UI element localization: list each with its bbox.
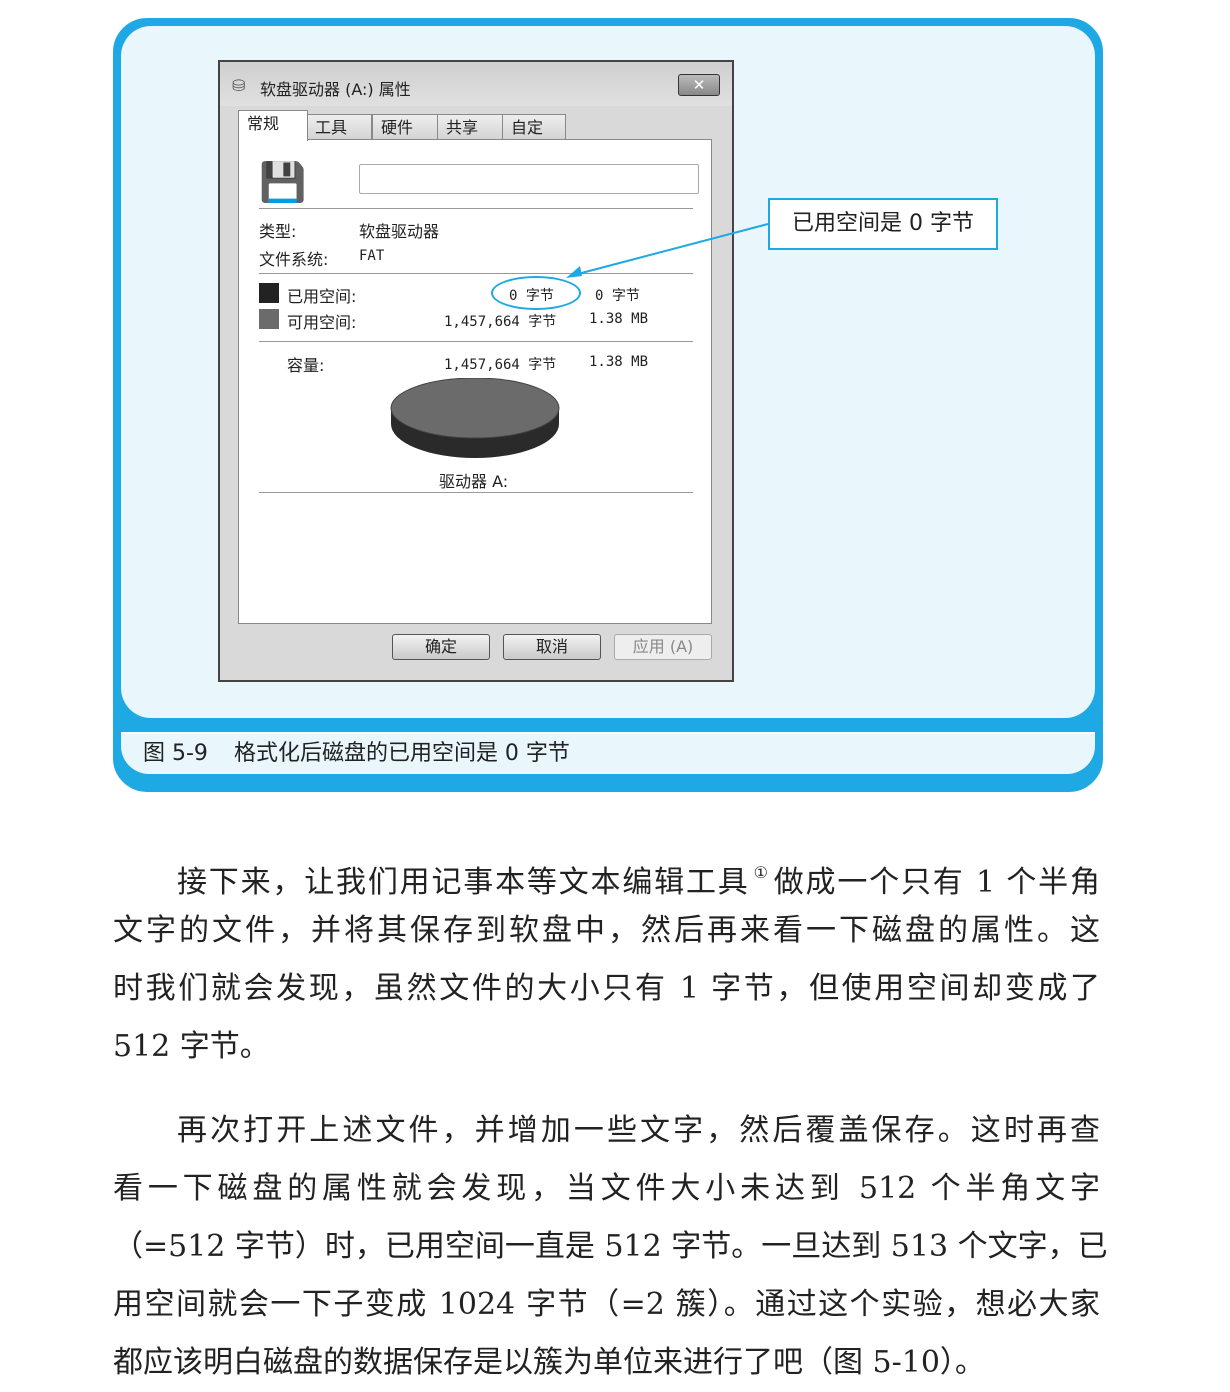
caption-number: 图 5-9 xyxy=(143,741,208,766)
text-line: 用空间就会一下子变成 1024 字节（=2 簇）。通过这个实验，想必大家 xyxy=(113,1287,1100,1322)
close-button[interactable]: ✕ xyxy=(678,74,720,96)
dialog-title: 软盘驱动器 (A:) 属性 xyxy=(260,80,411,99)
free-label: 可用空间: xyxy=(287,313,357,332)
text-line: 时我们就会发现，虽然文件的大小只有 1 字节，但使用空间却变成了 xyxy=(113,971,1100,1006)
divider xyxy=(259,208,693,209)
callout-arrow xyxy=(566,223,769,278)
used-label: 已用空间: xyxy=(287,287,357,306)
text-line: 再次打开上述文件，并增加一些文字，然后覆盖保存。这时再查 xyxy=(177,1113,1100,1148)
capacity-label: 容量: xyxy=(287,356,325,375)
ok-button[interactable]: 确定 xyxy=(392,634,490,660)
floppy-drive-icon: 💾 xyxy=(259,160,307,204)
tab-customize[interactable]: 自定义 xyxy=(502,114,566,163)
text-line: 512 字节。 xyxy=(113,1029,270,1064)
text-line: 看一下磁盘的属性就会发现，当文件大小未达到 512 个半角文字 xyxy=(113,1171,1100,1206)
capacity-size: 1.38 MB xyxy=(589,354,649,370)
used-color-swatch xyxy=(259,283,279,303)
callout-box: 已用空间是 0 字节 xyxy=(768,198,998,250)
text-line: （=512 字节）时，已用空间一直是 512 字节。一旦达到 513 个文字，已 xyxy=(113,1229,1108,1264)
drive-label: 驱动器 A: xyxy=(439,472,509,491)
used-size: 0 字节 xyxy=(595,288,640,304)
footnote-marker[interactable]: ① xyxy=(754,863,770,882)
apply-button[interactable]: 应用 (A) xyxy=(614,634,712,660)
filesystem-label: 文件系统: xyxy=(259,250,329,269)
drive-icon: ⛁ xyxy=(232,76,246,95)
cancel-button[interactable]: 取消 xyxy=(503,634,601,660)
text-line: 文字的文件，并将其保存到软盘中，然后再来看一下磁盘的属性。这 xyxy=(113,913,1100,948)
paragraph-2: 再次打开上述文件，并增加一些文字，然后覆盖保存。这时再查 看一下磁盘的属性就会发… xyxy=(113,1102,1108,1392)
text-line: 接下来，让我们用记事本等文本编辑工具 ① 做成一个只有 1 个半角 xyxy=(177,863,1100,900)
caption-text: 格式化后磁盘的已用空间是 0 字节 xyxy=(233,741,570,766)
tab-sharing[interactable]: 共享 xyxy=(437,114,503,139)
tab-general[interactable]: 常规 xyxy=(238,110,308,141)
tab-tools[interactable]: 工具 xyxy=(306,114,372,139)
figure-caption: 图 5-9 格式化后磁盘的已用空间是 0 字节 xyxy=(121,732,1095,774)
general-panel: 💾 类型: 软盘驱动器 文件系统: FAT 已用空间: 0 字节 0 字节 可用… xyxy=(238,139,712,624)
free-bytes: 1,457,664 字节 xyxy=(444,314,557,330)
drive-name-input[interactable] xyxy=(359,164,699,194)
paragraph-1: 接下来，让我们用记事本等文本编辑工具 ① 做成一个只有 1 个半角 文字的文件，并将… xyxy=(113,844,1100,1076)
highlight-ellipse xyxy=(491,276,581,310)
text-line: 都应该明白磁盘的数据保存是以簇为单位来进行了吧（图 5-10）。 xyxy=(113,1345,985,1380)
divider xyxy=(259,341,693,342)
usage-pie-chart xyxy=(390,378,560,458)
free-size: 1.38 MB xyxy=(589,311,649,327)
filesystem-value: FAT xyxy=(359,248,385,264)
type-value: 软盘驱动器 xyxy=(359,222,440,241)
capacity-bytes: 1,457,664 字节 xyxy=(444,357,557,373)
divider xyxy=(259,492,693,493)
type-label: 类型: xyxy=(259,222,297,241)
tab-hardware[interactable]: 硬件 xyxy=(372,114,438,139)
title-bar: ⛁ 软盘驱动器 (A:) 属性 ✕ xyxy=(220,62,732,106)
free-color-swatch xyxy=(259,309,279,329)
properties-dialog: ⛁ 软盘驱动器 (A:) 属性 ✕ 常规 工具 硬件 共享 自定义 💾 类型: … xyxy=(218,60,734,682)
